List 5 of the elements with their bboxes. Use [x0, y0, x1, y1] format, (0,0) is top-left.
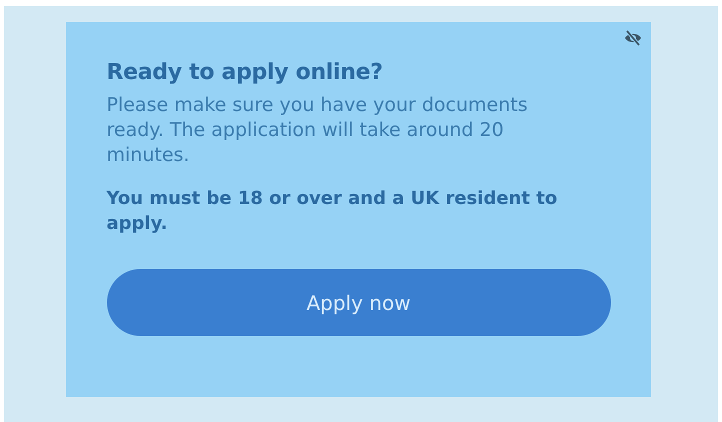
- card-title: Ready to apply online?: [106, 60, 384, 85]
- eye-slash-icon[interactable]: [622, 28, 642, 48]
- requirement-text: You must be 18 or over and a UK resident to apply.: [106, 187, 558, 236]
- description-text: Please make sure you have your documents ready. The application will take around 20 minutes.: [106, 93, 529, 168]
- apply-now-button[interactable]: Apply now: [106, 269, 610, 336]
